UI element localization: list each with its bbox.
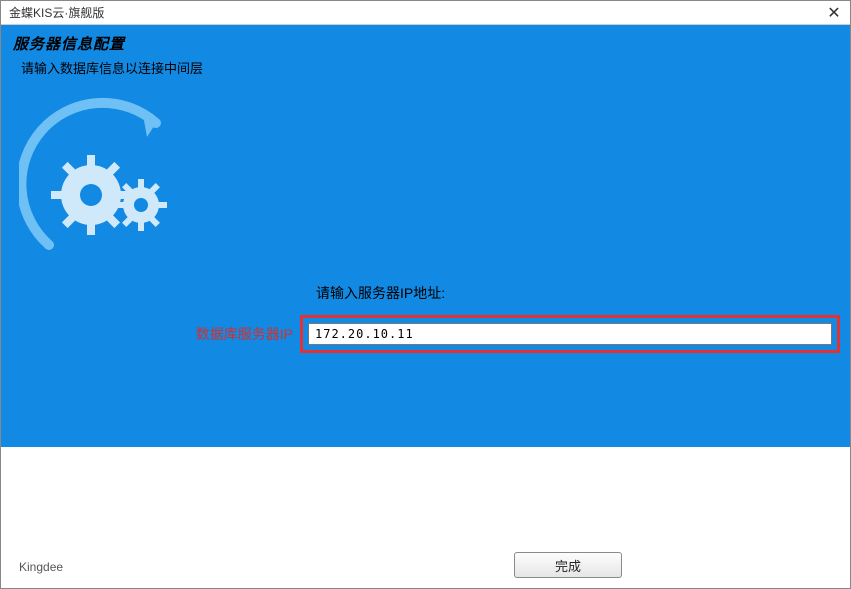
content-panel: 服务器信息配置 请输入数据库信息以连接中间层 — [1, 25, 850, 447]
ip-field-row: 数据库服务器IP — [113, 315, 840, 353]
server-ip-input[interactable] — [308, 323, 832, 345]
brand-label: Kingdee — [19, 560, 63, 574]
footer-panel: Kingdee 完成 — [1, 447, 850, 588]
highlight-annotation — [300, 315, 840, 353]
gear-swoosh-icon — [19, 95, 199, 275]
finish-button[interactable]: 完成 — [514, 552, 622, 578]
close-icon[interactable]: ✕ — [824, 3, 844, 23]
page-title: 服务器信息配置 — [13, 33, 838, 54]
window-title: 金蝶KIS云·旗舰版 — [9, 4, 104, 21]
dialog-window: 金蝶KIS云·旗舰版 ✕ 服务器信息配置 请输入数据库信息以连接中间层 — [0, 0, 851, 589]
ip-prompt-label: 请输入服务器IP地址: — [316, 283, 445, 303]
ip-field-label: 数据库服务器IP — [113, 324, 303, 344]
titlebar: 金蝶KIS云·旗舰版 ✕ — [1, 1, 850, 25]
page-subtitle: 请输入数据库信息以连接中间层 — [21, 58, 838, 77]
